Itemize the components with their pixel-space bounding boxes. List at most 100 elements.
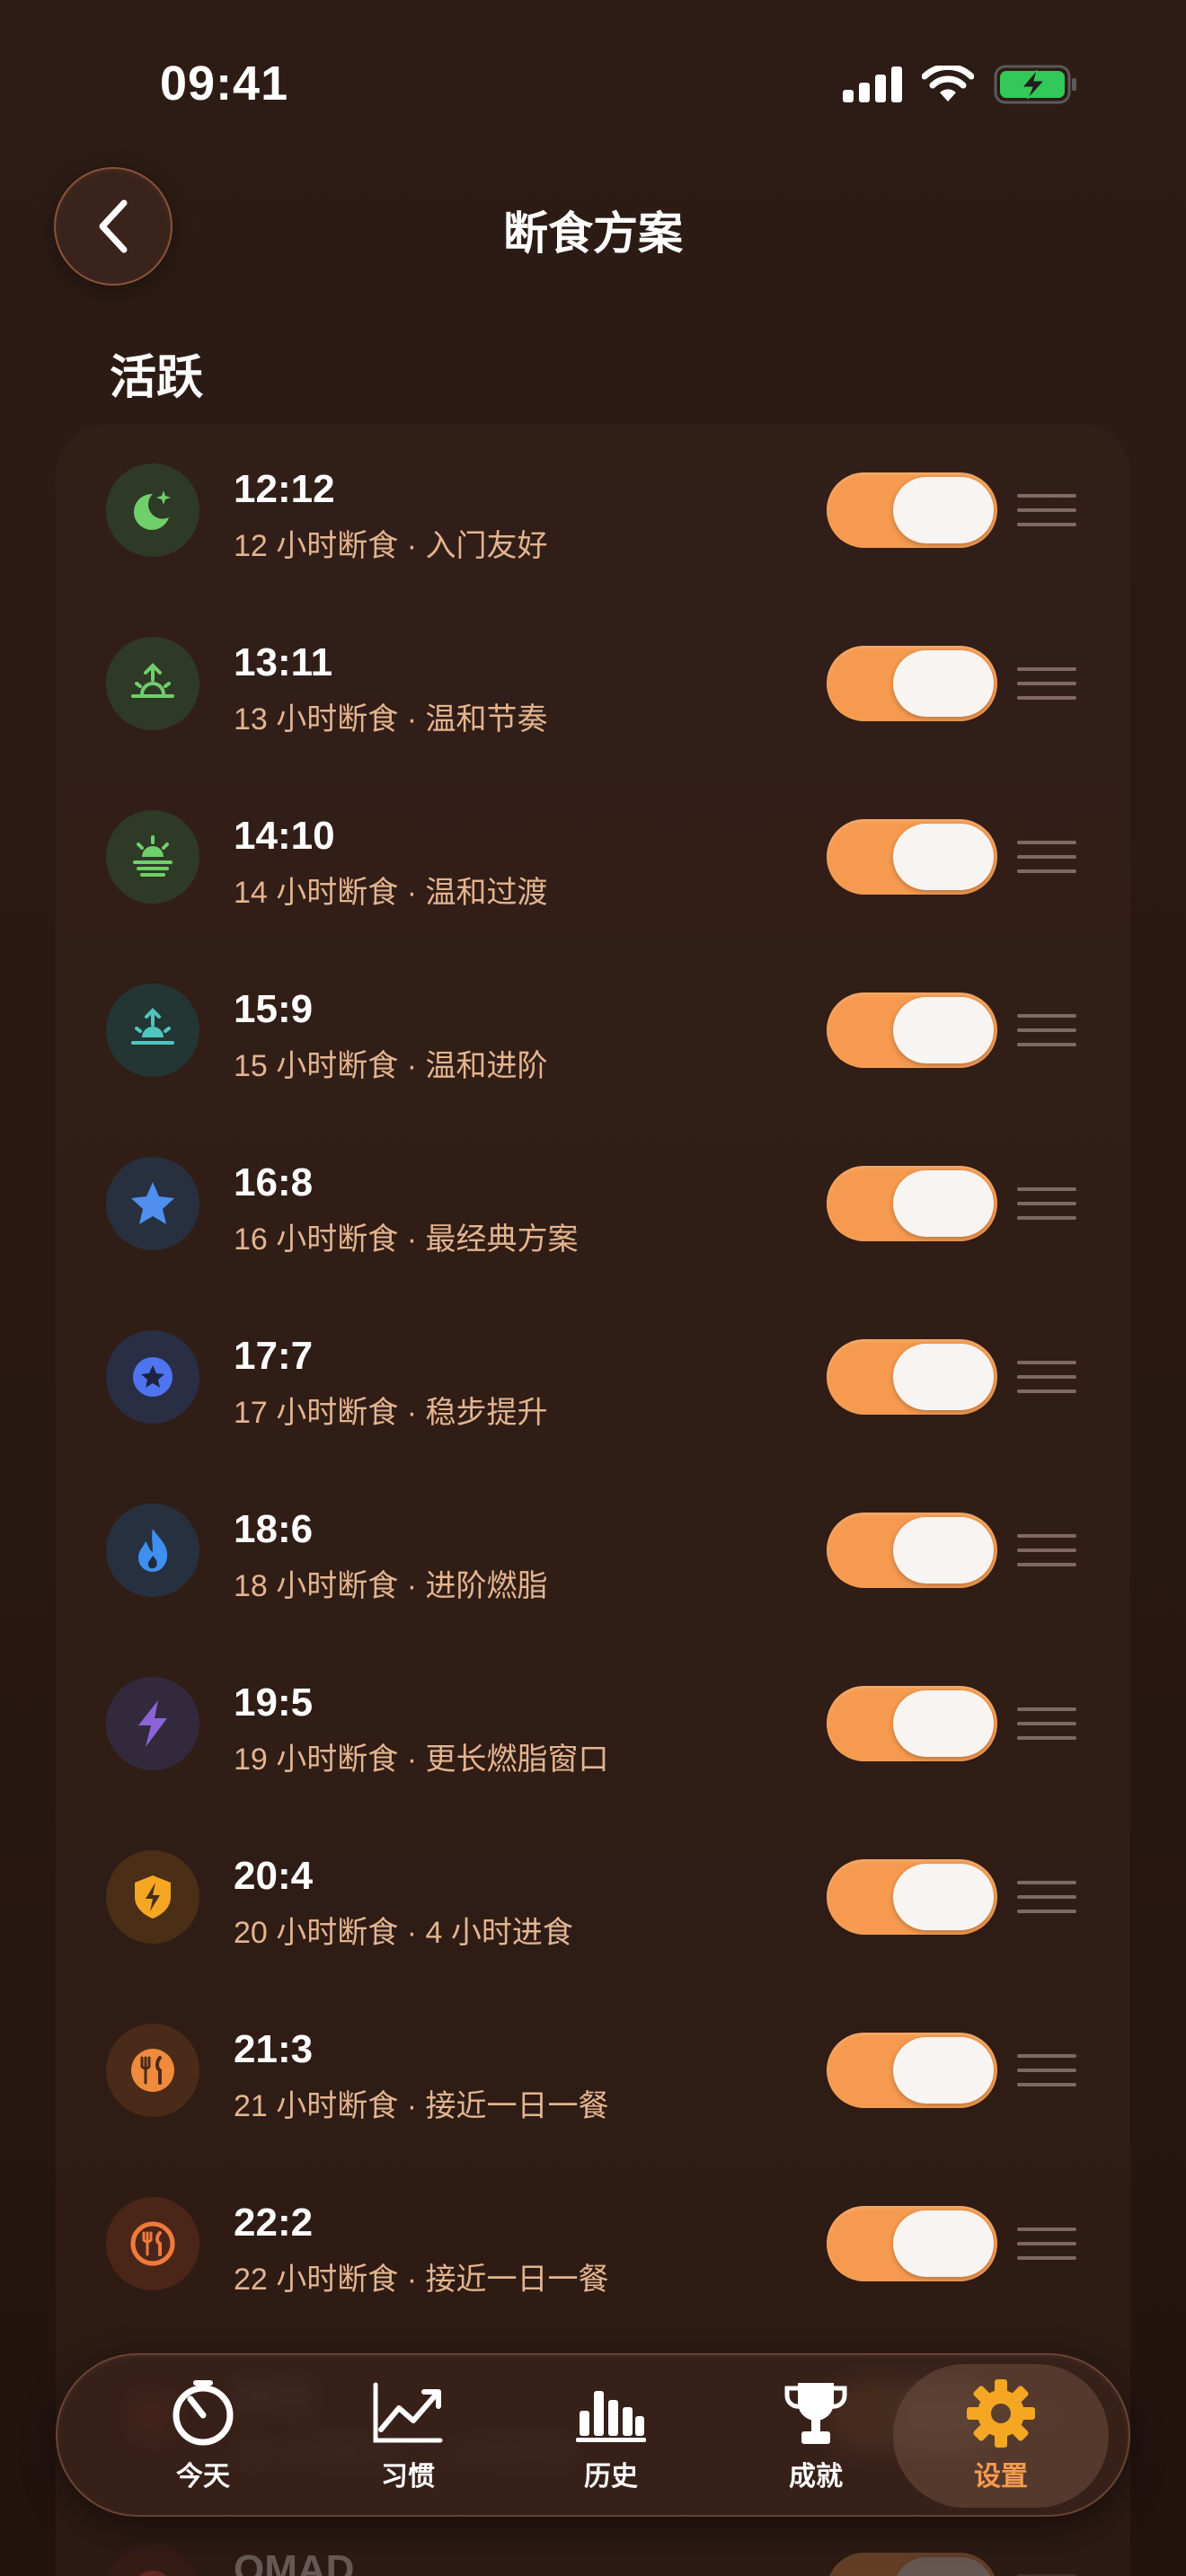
sunrise-icon bbox=[106, 637, 199, 730]
tab-habits[interactable]: 习惯 bbox=[309, 2364, 507, 2508]
plan-row[interactable]: 22:2 22 小时断食 · 接近一日一餐 bbox=[56, 2157, 1130, 2331]
fork-knife-icon bbox=[106, 2024, 199, 2117]
toggle-knob bbox=[893, 1344, 994, 1410]
plan-name: 15:9 bbox=[234, 987, 314, 1031]
plan-row[interactable]: 16:8 16 小时断食 · 最经典方案 bbox=[56, 1117, 1130, 1291]
plan-row[interactable]: 12:12 12 小时断食 · 入门友好 bbox=[56, 424, 1130, 597]
plan-description: 15 小时断食 · 温和进阶 bbox=[234, 1049, 548, 1083]
plan-enabled-toggle[interactable] bbox=[827, 819, 997, 895]
plan-row[interactable]: 17:7 17 小时断食 · 稳步提升 bbox=[56, 1291, 1130, 1464]
plan-description: 21 小时断食 · 接近一日一餐 bbox=[234, 2089, 609, 2123]
tab-label: 习惯 bbox=[381, 2462, 435, 2492]
tab-settings[interactable]: 设置 bbox=[893, 2364, 1109, 2508]
plan-enabled-toggle[interactable] bbox=[827, 1339, 997, 1415]
plan-description: 13 小时断食 · 温和节奏 bbox=[234, 702, 548, 737]
section-title-active: 活跃 bbox=[110, 352, 204, 404]
tab-label: 成就 bbox=[789, 2462, 843, 2492]
toggle-knob bbox=[893, 1517, 994, 1584]
plan-enabled-toggle[interactable] bbox=[827, 1166, 997, 1241]
plan-enabled-toggle[interactable] bbox=[827, 472, 997, 548]
drag-handle-icon[interactable] bbox=[1017, 2054, 1076, 2086]
plan-enabled-toggle[interactable] bbox=[827, 1513, 997, 1588]
drag-handle-icon[interactable] bbox=[1017, 667, 1076, 700]
toggle-knob bbox=[893, 2210, 994, 2277]
plan-row[interactable]: 13:11 13 小时断食 · 温和节奏 bbox=[56, 597, 1130, 771]
plan-enabled-toggle[interactable] bbox=[827, 2553, 997, 2576]
toggle-knob bbox=[893, 1170, 994, 1237]
toggle-knob bbox=[893, 1690, 994, 1757]
plan-row[interactable]: 14:10 14 小时断食 · 温和过渡 bbox=[56, 771, 1130, 944]
bar-chart-icon bbox=[576, 2391, 646, 2442]
plan-name: 19:5 bbox=[234, 1681, 314, 1725]
drag-handle-icon[interactable] bbox=[1017, 841, 1076, 873]
star-badge-icon bbox=[106, 1330, 199, 1424]
plan-enabled-toggle[interactable] bbox=[827, 1859, 997, 1935]
plan-enabled-toggle[interactable] bbox=[827, 1686, 997, 1761]
toggle-knob bbox=[893, 2557, 994, 2576]
drag-handle-icon[interactable] bbox=[1017, 1707, 1076, 1740]
plan-name: 16:8 bbox=[234, 1160, 314, 1204]
shield-bolt-icon bbox=[106, 1850, 199, 1944]
plan-name: 14:10 bbox=[234, 814, 335, 858]
toggle-knob bbox=[893, 650, 994, 717]
drag-handle-icon[interactable] bbox=[1017, 1534, 1076, 1566]
plan-description: 20 小时断食 · 4 小时进食 bbox=[234, 1916, 573, 1950]
plan-enabled-toggle[interactable] bbox=[827, 2206, 997, 2281]
plan-name: 12:12 bbox=[234, 467, 335, 511]
plate-icon bbox=[106, 2544, 199, 2576]
status-time: 09:41 bbox=[160, 57, 289, 110]
drag-handle-icon[interactable] bbox=[1017, 1014, 1076, 1046]
tab-history[interactable]: 历史 bbox=[512, 2364, 710, 2508]
plan-description: 12 小时断食 · 入门友好 bbox=[234, 529, 548, 563]
plan-row[interactable]: 21:3 21 小时断食 · 接近一日一餐 bbox=[56, 1984, 1130, 2157]
trend-chart-icon bbox=[373, 2382, 443, 2443]
screen: 09:41 断食方案 活跃 12:12 12 小时断食 · 入门友好 13:11… bbox=[0, 0, 1186, 2576]
drag-handle-icon[interactable] bbox=[1017, 1881, 1076, 1913]
plan-description: 14 小时断食 · 温和过渡 bbox=[234, 876, 548, 910]
wifi-icon bbox=[922, 66, 974, 101]
timer-icon bbox=[173, 2380, 234, 2446]
plan-description: 18 小时断食 · 进阶燃脂 bbox=[234, 1569, 548, 1603]
plan-enabled-toggle[interactable] bbox=[827, 992, 997, 1068]
moon-sparkle-icon bbox=[106, 463, 199, 557]
status-icons bbox=[843, 65, 1078, 104]
plan-name: 22:2 bbox=[234, 2201, 314, 2245]
toggle-knob bbox=[893, 997, 994, 1063]
plan-name: OMAD bbox=[234, 2547, 355, 2576]
plan-enabled-toggle[interactable] bbox=[827, 2033, 997, 2108]
tab-bar: 今天 习惯 历史 成就 设置 bbox=[56, 2353, 1130, 2517]
toggle-knob bbox=[893, 2037, 994, 2104]
tab-achievements[interactable]: 成就 bbox=[717, 2364, 915, 2508]
plan-row[interactable]: 19:5 19 小时断食 · 更长燃脂窗口 bbox=[56, 1637, 1130, 1811]
bolt-icon bbox=[106, 1677, 199, 1770]
plan-description: 22 小时断食 · 接近一日一餐 bbox=[234, 2263, 609, 2297]
plan-name: 18:6 bbox=[234, 1507, 314, 1551]
tab-label: 历史 bbox=[584, 2462, 638, 2492]
trophy-icon bbox=[784, 2383, 847, 2444]
plan-name: 17:7 bbox=[234, 1334, 314, 1378]
plan-name: 20:4 bbox=[234, 1854, 314, 1898]
gear-icon bbox=[967, 2379, 1035, 2448]
tab-label: 今天 bbox=[176, 2462, 230, 2492]
tab-label: 设置 bbox=[974, 2462, 1028, 2492]
page-title: 断食方案 bbox=[503, 208, 683, 259]
drag-handle-icon[interactable] bbox=[1017, 1187, 1076, 1220]
drag-handle-icon[interactable] bbox=[1017, 494, 1076, 526]
plan-description: 17 小时断食 · 稳步提升 bbox=[234, 1396, 548, 1430]
plan-name: 13:11 bbox=[234, 640, 333, 684]
plan-description: 19 小时断食 · 更长燃脂窗口 bbox=[234, 1742, 609, 1777]
drag-handle-icon[interactable] bbox=[1017, 2228, 1076, 2260]
plan-row[interactable]: 15:9 15 小时断食 · 温和进阶 bbox=[56, 944, 1130, 1117]
flame-icon bbox=[106, 1504, 199, 1597]
plan-row[interactable]: 18:6 18 小时断食 · 进阶燃脂 bbox=[56, 1464, 1130, 1637]
battery-charging-icon bbox=[994, 65, 1076, 104]
star-icon bbox=[106, 1157, 199, 1250]
plan-name: 21:3 bbox=[234, 2027, 314, 2071]
drag-handle-icon[interactable] bbox=[1017, 1361, 1076, 1393]
tab-today[interactable]: 今天 bbox=[104, 2364, 302, 2508]
plan-enabled-toggle[interactable] bbox=[827, 646, 997, 721]
fork-knife-circle-icon bbox=[106, 2197, 199, 2290]
toggle-knob bbox=[893, 824, 994, 890]
status-bar: 09:41 bbox=[0, 0, 1186, 171]
plan-row[interactable]: 20:4 20 小时断食 · 4 小时进食 bbox=[56, 1811, 1130, 1984]
